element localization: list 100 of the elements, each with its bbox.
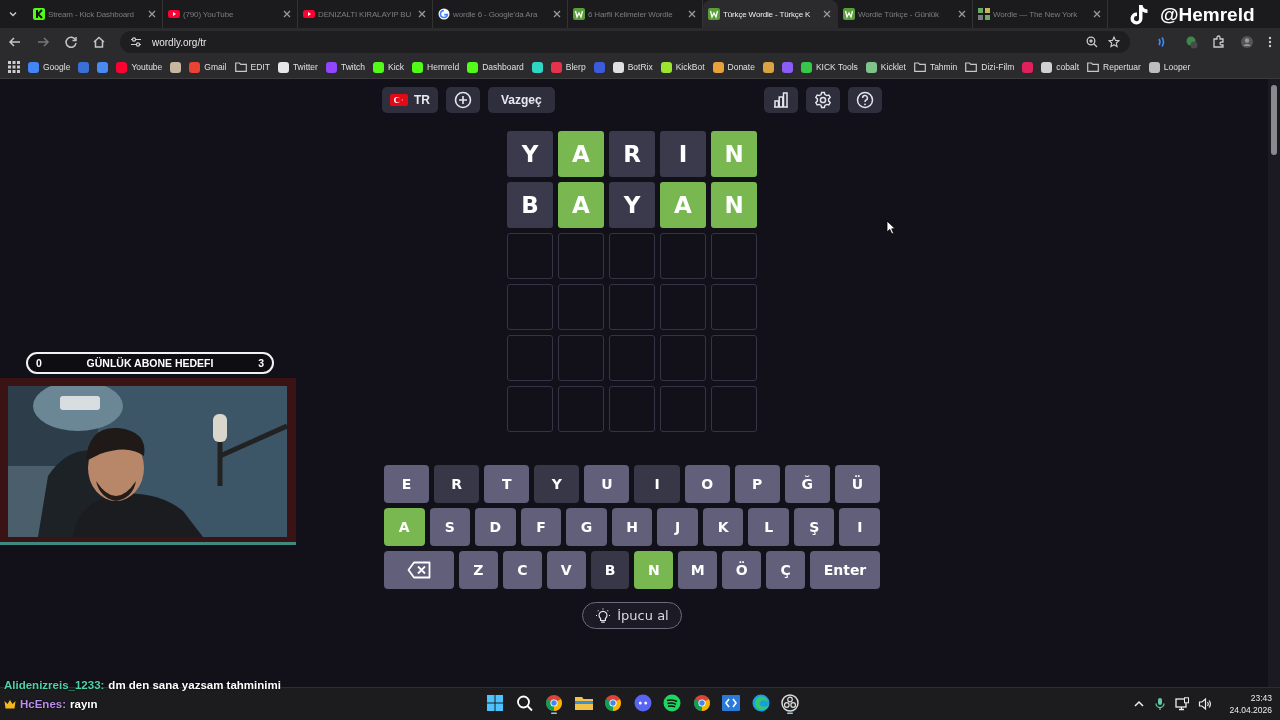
keyboard-key[interactable]: J	[657, 508, 698, 546]
keyboard-key[interactable]: Ğ	[784, 465, 830, 503]
site-icon[interactable]	[660, 61, 672, 73]
music-app-icon[interactable]	[662, 694, 682, 714]
keyboard-key[interactable]: Y	[534, 465, 580, 503]
zoom-icon[interactable]	[1086, 36, 1098, 48]
extension-icon[interactable]	[1184, 35, 1198, 49]
address-bar[interactable]: wordly.org/tr	[120, 31, 1130, 53]
keyboard-key[interactable]: D	[475, 508, 516, 546]
tab-title[interactable]: (790) YouTube	[183, 9, 279, 19]
tab-title[interactable]: 6 Harfli Kelimeler Wordle	[588, 9, 684, 19]
scrollbar-thumb[interactable]	[1271, 85, 1277, 155]
keyboard-key[interactable]: F	[520, 508, 562, 546]
site-settings-icon[interactable]	[130, 36, 142, 48]
help-button[interactable]	[848, 87, 882, 113]
keyboard-key[interactable]: M	[678, 551, 718, 589]
recorder-icon[interactable]	[780, 694, 800, 714]
site-icon[interactable]	[865, 61, 877, 73]
star-icon[interactable]	[1108, 36, 1120, 48]
network-icon[interactable]	[1175, 697, 1190, 711]
home-icon[interactable]	[92, 35, 106, 49]
bookmark-link[interactable]: BotRix	[627, 62, 653, 72]
bookmark-link[interactable]: Google	[43, 62, 71, 72]
clock-date[interactable]: 24.04.2026	[1229, 704, 1272, 716]
edge-icon[interactable]	[750, 694, 771, 714]
menu-icon[interactable]	[1268, 35, 1272, 49]
clock-time[interactable]: 23:43	[1250, 692, 1272, 704]
bookmark-link[interactable]: Donate	[727, 62, 755, 72]
keyboard-key[interactable]: P	[734, 465, 780, 503]
hint-button[interactable]: İpucu al	[582, 602, 682, 629]
keyboard-key[interactable]: S	[429, 508, 471, 546]
close-icon[interactable]	[282, 9, 292, 19]
browser-icon[interactable]	[603, 694, 623, 714]
tab-title[interactable]: Wordle Türkçe - Günlük	[858, 9, 954, 19]
close-icon[interactable]	[417, 9, 427, 19]
keyboard-key[interactable]: I	[634, 465, 680, 503]
keyboard-key[interactable]: G	[566, 508, 607, 546]
bookmark-link[interactable]: Kicklet	[880, 62, 906, 72]
tab-title[interactable]: Stream - Kick Dashboard	[48, 9, 144, 19]
site-icon[interactable]	[373, 61, 384, 73]
keyboard-key[interactable]: R	[434, 465, 480, 503]
close-icon[interactable]	[552, 9, 562, 19]
enter-key[interactable]: Enter	[810, 551, 880, 589]
keyboard-key[interactable]: T	[484, 465, 530, 503]
new-game-button[interactable]	[446, 87, 480, 113]
site-icon[interactable]	[277, 61, 289, 73]
search-icon[interactable]	[514, 694, 535, 714]
close-icon[interactable]	[147, 9, 157, 19]
bookmark-link[interactable]: Tahmin	[929, 62, 958, 72]
close-icon[interactable]	[957, 9, 967, 19]
folder-icon[interactable]	[234, 62, 247, 72]
bookmark-link[interactable]: Looper	[1163, 62, 1191, 72]
bookmark-link[interactable]: EDIT	[250, 62, 270, 72]
bookmark-link[interactable]: cobalt	[1056, 62, 1079, 72]
bookmark-link[interactable]: Dashboard	[482, 62, 524, 72]
browser-tab[interactable]: Türkçe Wordle - Türkçe K	[703, 0, 838, 28]
keyboard-key[interactable]: C	[502, 551, 542, 589]
bookmark-link[interactable]: Kick	[388, 62, 405, 72]
give-up-button[interactable]: Vazgeç	[488, 87, 555, 113]
bookmark-link[interactable]: Twitch	[340, 62, 365, 72]
language-button[interactable]: TR	[382, 87, 438, 113]
puzzle-icon[interactable]	[1212, 35, 1226, 49]
chat-app-icon[interactable]	[632, 694, 653, 714]
bookmark-link[interactable]: Twitter	[292, 62, 318, 72]
tab-title[interactable]: Türkçe Wordle - Türkçe K	[723, 9, 819, 19]
site-icon[interactable]	[712, 61, 724, 73]
dropdown-icon[interactable]	[8, 9, 18, 19]
bookmark-link[interactable]: Dizi-Film	[981, 62, 1015, 72]
bookmark-link[interactable]: Blerp	[565, 62, 586, 72]
keyboard-key[interactable]: K	[702, 508, 744, 546]
bookmark-link[interactable]: Hemreld	[427, 62, 460, 72]
site-icon[interactable]	[800, 61, 812, 73]
site-icon[interactable]	[1148, 61, 1160, 73]
site-icon[interactable]	[1041, 61, 1053, 73]
close-icon[interactable]	[687, 9, 697, 19]
keyboard-key[interactable]: E	[384, 465, 430, 503]
profile-icon[interactable]	[1240, 35, 1254, 49]
settings-button[interactable]	[806, 87, 840, 113]
site-icon[interactable]	[412, 61, 424, 73]
bookmark-link[interactable]: Gmail	[204, 62, 227, 72]
stats-button[interactable]	[764, 87, 798, 113]
keyboard-key[interactable]: Ş	[793, 508, 835, 546]
reload-icon[interactable]	[64, 35, 78, 49]
bookmark-link[interactable]: KICK Tools	[815, 62, 858, 72]
bookmark-link[interactable]: Youtube	[131, 62, 163, 72]
site-icon[interactable]	[531, 61, 543, 73]
keyboard-key[interactable]: H	[611, 508, 653, 546]
close-icon[interactable]	[822, 9, 832, 19]
bookmark-link[interactable]: KickBot	[675, 62, 705, 72]
site-icon[interactable]	[612, 61, 624, 73]
site-icon[interactable]	[467, 61, 479, 73]
folder-icon[interactable]	[1087, 62, 1099, 72]
site-icon[interactable]	[170, 61, 182, 73]
keyboard-key[interactable]: Z	[459, 551, 498, 589]
forward-icon[interactable]	[36, 35, 50, 49]
browser-icon[interactable]	[544, 694, 564, 714]
keyboard-key[interactable]: B	[590, 551, 630, 589]
keyboard-key[interactable]: Ü	[834, 465, 880, 503]
tab-title[interactable]: Wordle — The New York	[993, 9, 1089, 19]
folder-icon[interactable]	[913, 62, 926, 72]
